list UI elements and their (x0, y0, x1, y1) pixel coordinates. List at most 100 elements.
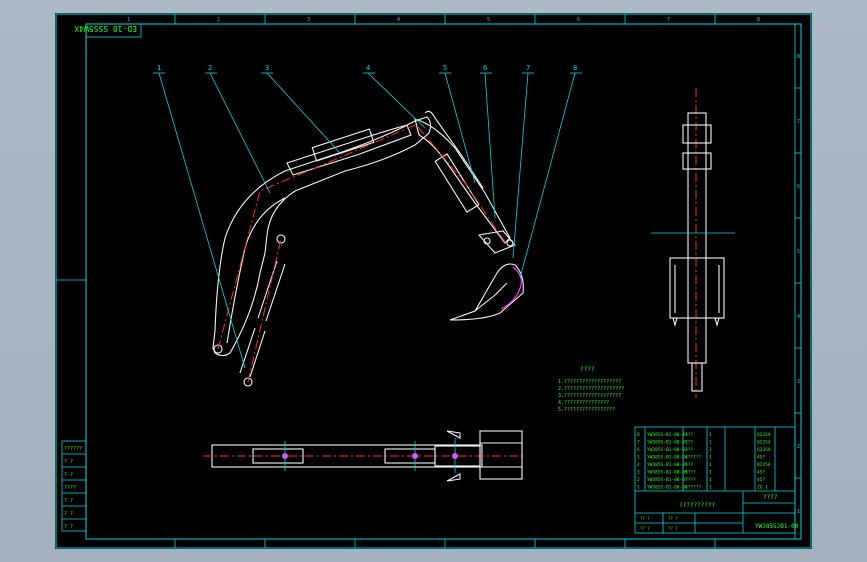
left-strip-label: ? ? (64, 498, 73, 504)
bucket-edge-curve (500, 266, 522, 310)
bom-cell: 45? (757, 455, 765, 461)
left-strip-label: ? ? (64, 524, 73, 530)
bom-cell: Q235A (757, 447, 771, 453)
bom-cell: YW385S-B1-00-08 (647, 485, 688, 491)
boom-inner-edge (226, 197, 286, 344)
balloon-label: 6 (483, 64, 487, 72)
left-strip-labels: ?????? ? ? ? ????? ? ? ? ? ? ? (64, 446, 82, 530)
balloon-leaders (153, 72, 582, 369)
balloon-labels: 1 2 3 4 5 6 7 8 (157, 64, 577, 72)
cylinder-centerline (247, 238, 282, 383)
notes-line: 5.????????????????? (558, 407, 615, 413)
title-sub: ???? (763, 494, 778, 501)
balloon-label: 4 (366, 64, 370, 72)
zone-label-right: 8 (797, 54, 800, 60)
bom-cell: 1 (709, 470, 712, 476)
bom-cell: 2 (637, 477, 640, 483)
bom-cell: 45? (757, 477, 765, 483)
title-small-label: ?? ? (668, 516, 678, 521)
left-strip-label: ???? (64, 485, 76, 491)
bom-cell: 1 (709, 432, 712, 438)
bom-cell: YW385S-B1-00-06 (647, 470, 688, 476)
notes-line: 4.??????????????? (558, 400, 609, 406)
bom-cell: 5 (637, 455, 640, 461)
bucket-cylinder (434, 153, 480, 213)
front-view (651, 88, 735, 398)
notes-line: 1.??????????????????? (558, 379, 621, 385)
balloon-label: 3 (265, 64, 269, 72)
notes-title: ???? (580, 366, 595, 373)
bom-cell: 1 (709, 462, 712, 468)
left-strip-label: ?????? (64, 446, 82, 452)
zone-label-right: 2 (797, 444, 800, 450)
zone-labels-right: 8 7 6 5 4 3 2 1 (797, 54, 800, 515)
cad-viewport: 12345678 87654321 ED-10 SSS5W4X ??????? … (0, 0, 867, 562)
left-strip-label: ? ? (64, 472, 73, 478)
balloon-label: 5 (443, 64, 447, 72)
zone-label-right: 7 (797, 119, 800, 125)
bom-cell: ?????? (685, 485, 702, 491)
balloon-label: 2 (208, 64, 212, 72)
zone-label-top: 1 (127, 17, 130, 23)
bom-cell: YW385S-B1-00-02 (647, 440, 688, 446)
title-small-label: ?? ? (640, 526, 650, 531)
zone-label-top: 2 (217, 17, 220, 23)
outer-border (55, 13, 812, 549)
zone-label-top: 5 (487, 17, 490, 23)
bom-cell: 8 (637, 432, 640, 438)
bom-cell: Q235A (757, 462, 771, 468)
drawing-number: YW385SJB1-00 (755, 523, 799, 530)
bom-cell: 1 (709, 477, 712, 483)
zone-label-top: 3 (307, 17, 310, 23)
bucket-outline (449, 263, 524, 321)
bom-cell: 1 (709, 455, 712, 461)
inner-border (85, 23, 802, 540)
zone-label-top: 7 (667, 17, 670, 23)
front-arm (687, 112, 707, 364)
left-strip-label: ? ? (64, 511, 73, 517)
left-strip-label: ? ? (64, 459, 73, 465)
bom-cell: 7 (637, 440, 640, 446)
bom-cell: YW385S-B1-00-01 (647, 432, 688, 438)
zone-label-top: 6 (577, 17, 580, 23)
bom-cell: 1 (709, 447, 712, 453)
stamp-text: ED-10 SSS5W4X (74, 24, 137, 33)
bom-cell: 1 (709, 485, 712, 491)
bom-cell: Q235A (757, 440, 771, 446)
zone-label-right: 6 (797, 184, 800, 190)
drawing-canvas[interactable]: 12345678 87654321 ED-10 SSS5W4X ??????? … (55, 13, 812, 549)
plan-view (203, 430, 523, 482)
bom-cell: ??? (685, 462, 693, 468)
bom-cell: ??? (685, 440, 693, 446)
excavator-arm-drawing: 12345678 87654321 ED-10 SSS5W4X ??????? … (55, 13, 812, 549)
bucket-inner (474, 282, 508, 312)
zone-label-top: 8 (757, 17, 760, 23)
zone-label-top: 4 (397, 17, 400, 23)
zone-label-right: 5 (797, 249, 800, 255)
balloon-label: 7 (526, 64, 530, 72)
zone-labels-top: 1 2 3 4 5 6 7 8 (127, 17, 760, 23)
bom-cell: 1 (709, 440, 712, 446)
bom-cell: 1 (637, 485, 640, 491)
zone-label-right: 4 (797, 314, 800, 320)
bom-cell: 45? (757, 470, 765, 476)
bom-cell: YW385S-B1-00-05 (647, 462, 688, 468)
bom-table: 8 YW385S-B1-00-01??? 1 Q235A 7 YW385S-B1-00-0… (637, 432, 771, 531)
front-bucket (669, 257, 725, 319)
bom-cell: ???? (685, 470, 696, 476)
bom-cell: ?????? (685, 455, 702, 461)
bom-cell: 4 (637, 462, 640, 468)
title-small-label: ?? ? (668, 526, 678, 531)
bom-cell: ???? (685, 477, 696, 483)
technical-notes: ???? (580, 366, 595, 373)
bom-cell: 6 (637, 447, 640, 453)
notes-line: 2.???????????????????? (558, 386, 624, 392)
notes-lines: 1.???????????????????2.?????????????????… (558, 379, 624, 413)
bom-cell: YW385S-B1-00-03 (647, 447, 688, 453)
side-view (212, 110, 524, 387)
zone-label-right: 1 (797, 509, 800, 515)
bom-cell: YW385S-B1-00-04 (647, 455, 688, 461)
balloon-label: 8 (573, 64, 577, 72)
bom-cell: Q235A (757, 432, 771, 438)
title-main: ?????????? (679, 502, 716, 509)
